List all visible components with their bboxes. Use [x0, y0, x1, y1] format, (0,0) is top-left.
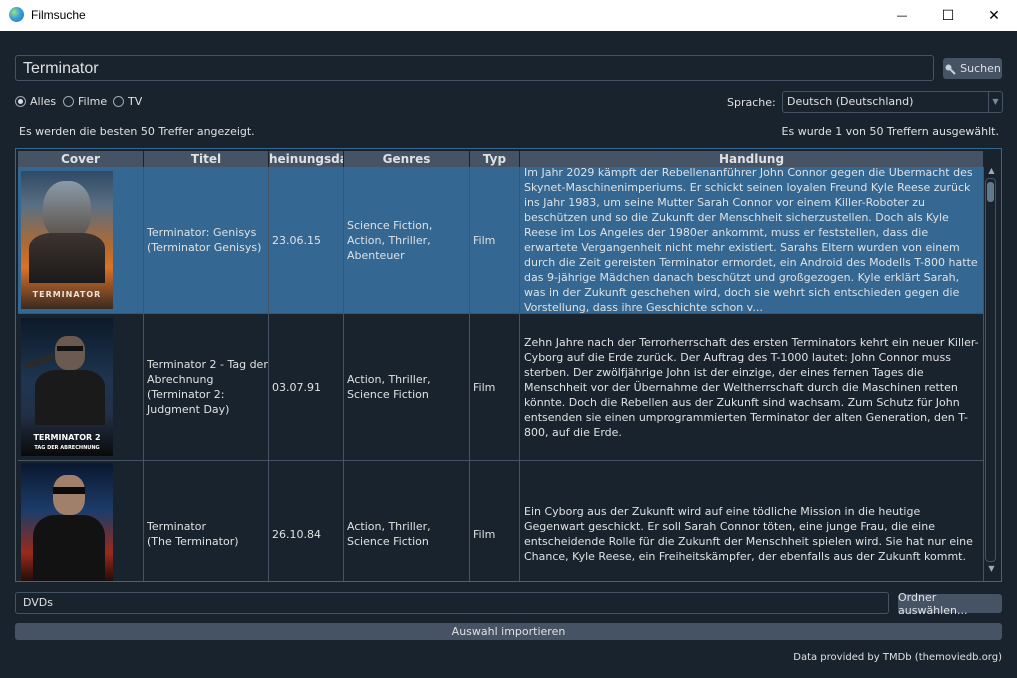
typ-cell: Film	[470, 461, 520, 581]
results-table: Cover Titel heinungsda Genres Typ Handlu…	[15, 148, 1002, 582]
datum-cell: 26.10.84	[269, 461, 344, 581]
radio-indicator-alles[interactable]	[15, 96, 26, 107]
column-header-genres[interactable]: Genres	[344, 151, 470, 167]
handlung-cell: Zehn Jahre nach der Terrorherrschaft des…	[520, 314, 984, 460]
column-header-typ[interactable]: Typ	[470, 151, 520, 167]
title-bar: Filmsuche — ☐ ✕	[0, 0, 1017, 31]
typ-cell: Film	[470, 167, 520, 313]
status-right: Es wurde 1 von 50 Treffern ausgewählt.	[781, 125, 999, 138]
column-header-handlung[interactable]: Handlung	[520, 151, 984, 167]
window-title: Filmsuche	[31, 8, 86, 22]
cover-cell: TERMINATOR	[18, 167, 144, 313]
folder-input[interactable]: DVDs	[15, 592, 889, 614]
radio-filme[interactable]: Filme	[63, 95, 107, 108]
choose-folder-button[interactable]: Ordner auswählen...	[898, 591, 1002, 617]
globe-icon	[9, 7, 24, 22]
handlung-cell: Ein Cyborg aus der Zukunft wird auf eine…	[520, 461, 984, 581]
maximize-button[interactable]: ☐	[925, 0, 971, 31]
search-input[interactable]: Terminator	[15, 55, 934, 81]
scrollbar-thumb[interactable]	[987, 182, 994, 202]
table-header: Cover Titel heinungsda Genres Typ Handlu…	[18, 151, 984, 167]
table-row[interactable]: Terminator (The Terminator) 26.10.84 Act…	[18, 461, 984, 581]
poster-subtitle-text: TAG DER ABRECHNUNG	[34, 445, 100, 451]
import-button[interactable]: Auswahl importieren	[15, 623, 1002, 640]
radio-label-tv: TV	[128, 95, 143, 108]
search-button[interactable]: Suchen	[943, 58, 1002, 79]
genres-cell: Science Fiction, Action, Thriller, Abent…	[344, 167, 470, 313]
datum-cell: 03.07.91	[269, 314, 344, 460]
scrollbar-track[interactable]	[985, 178, 996, 562]
tmdb-credit: Data provided by TMDb (themoviedb.org)	[793, 652, 1002, 663]
scroll-down-icon[interactable]: ▼	[985, 564, 998, 574]
maximize-icon: ☐	[941, 7, 955, 24]
close-button[interactable]: ✕	[971, 0, 1017, 31]
poster-image	[21, 463, 113, 581]
titel-cell: Terminator 2 - Tag der Abrechnung (Termi…	[144, 314, 269, 460]
cover-cell: TERMINATOR 2 TAG DER ABRECHNUNG	[18, 314, 144, 460]
poster-title-text: TERMINATOR	[32, 290, 102, 299]
search-icon	[945, 64, 956, 75]
poster-image: TERMINATOR	[21, 171, 113, 309]
search-button-label: Suchen	[960, 62, 1001, 75]
radio-tv[interactable]: TV	[113, 95, 142, 108]
language-label: Sprache:	[727, 96, 776, 109]
status-left: Es werden die besten 50 Treffer angezeig…	[19, 125, 255, 138]
table-row[interactable]: TERMINATOR Terminator: Genisys (Terminat…	[18, 167, 984, 314]
handlung-cell: Im Jahr 2029 kämpft der Rebellenanführer…	[520, 167, 984, 313]
minimize-icon: —	[896, 9, 908, 22]
radio-indicator-tv[interactable]	[113, 96, 124, 107]
minimize-button[interactable]: —	[879, 0, 925, 31]
column-header-titel[interactable]: Titel	[144, 151, 269, 167]
language-select-value: Deutsch (Deutschland)	[787, 95, 914, 108]
cover-cell	[18, 461, 144, 581]
vertical-scrollbar[interactable]: ▲ ▼	[985, 166, 998, 576]
datum-cell: 23.06.15	[269, 167, 344, 313]
genres-cell: Action, Thriller, Science Fiction	[344, 461, 470, 581]
column-header-datum[interactable]: heinungsda	[269, 151, 344, 167]
close-icon: ✕	[988, 7, 1000, 24]
radio-indicator-filme[interactable]	[63, 96, 74, 107]
radio-label-alles: Alles	[30, 95, 57, 108]
table-row[interactable]: TERMINATOR 2 TAG DER ABRECHNUNG Terminat…	[18, 314, 984, 461]
poster-image: TERMINATOR 2 TAG DER ABRECHNUNG	[21, 318, 113, 456]
chevron-down-icon[interactable]: ▼	[988, 92, 1002, 112]
scroll-up-icon[interactable]: ▲	[985, 166, 998, 176]
radio-alles[interactable]: Alles	[15, 95, 56, 108]
column-header-cover[interactable]: Cover	[18, 151, 144, 167]
titel-cell: Terminator (The Terminator)	[144, 461, 269, 581]
genres-cell: Action, Thriller, Science Fiction	[344, 314, 470, 460]
radio-label-filme: Filme	[78, 95, 108, 108]
typ-cell: Film	[470, 314, 520, 460]
language-select[interactable]: Deutsch (Deutschland) ▼	[782, 91, 1003, 113]
titel-cell: Terminator: Genisys (Terminator Genisys)	[144, 167, 269, 313]
